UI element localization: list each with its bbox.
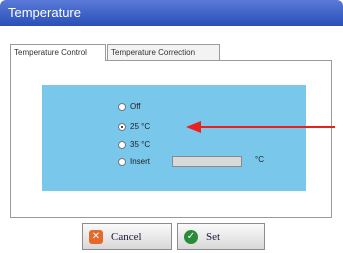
temperature-options-group bbox=[42, 85, 306, 191]
option-25c[interactable]: 25 °C bbox=[118, 121, 150, 133]
temperature-dialog: Temperature Temperature Control Temperat… bbox=[0, 0, 343, 253]
tab-strip: Temperature Control Temperature Correcti… bbox=[10, 44, 335, 61]
temperature-unit-label: °C bbox=[255, 155, 264, 164]
option-label: Insert bbox=[130, 157, 151, 166]
radio-button-checked[interactable] bbox=[118, 123, 126, 131]
title-bar: Temperature bbox=[0, 0, 343, 26]
option-label: 35 °C bbox=[130, 140, 151, 149]
window-title: Temperature bbox=[8, 5, 81, 20]
option-label: 25 °C bbox=[130, 122, 151, 131]
cancel-button[interactable]: ✕ Cancel bbox=[82, 223, 172, 250]
set-button-label: Set bbox=[206, 230, 221, 243]
tab-temperature-correction[interactable]: Temperature Correction bbox=[107, 44, 220, 60]
set-button[interactable]: ✓ Set bbox=[177, 223, 265, 250]
tab-temperature-control[interactable]: Temperature Control bbox=[10, 44, 106, 61]
cancel-button-label: Cancel bbox=[111, 230, 142, 243]
option-35c[interactable]: 35 °C bbox=[118, 139, 150, 151]
option-insert[interactable]: Insert bbox=[118, 156, 150, 168]
check-icon: ✓ bbox=[184, 229, 198, 244]
close-icon: ✕ bbox=[89, 229, 103, 244]
radio-button[interactable] bbox=[118, 141, 126, 149]
insert-temperature-input[interactable] bbox=[172, 156, 242, 167]
radio-button[interactable] bbox=[118, 103, 126, 111]
option-off[interactable]: Off bbox=[118, 101, 141, 113]
option-label: Off bbox=[130, 102, 141, 111]
radio-button[interactable] bbox=[118, 158, 126, 166]
